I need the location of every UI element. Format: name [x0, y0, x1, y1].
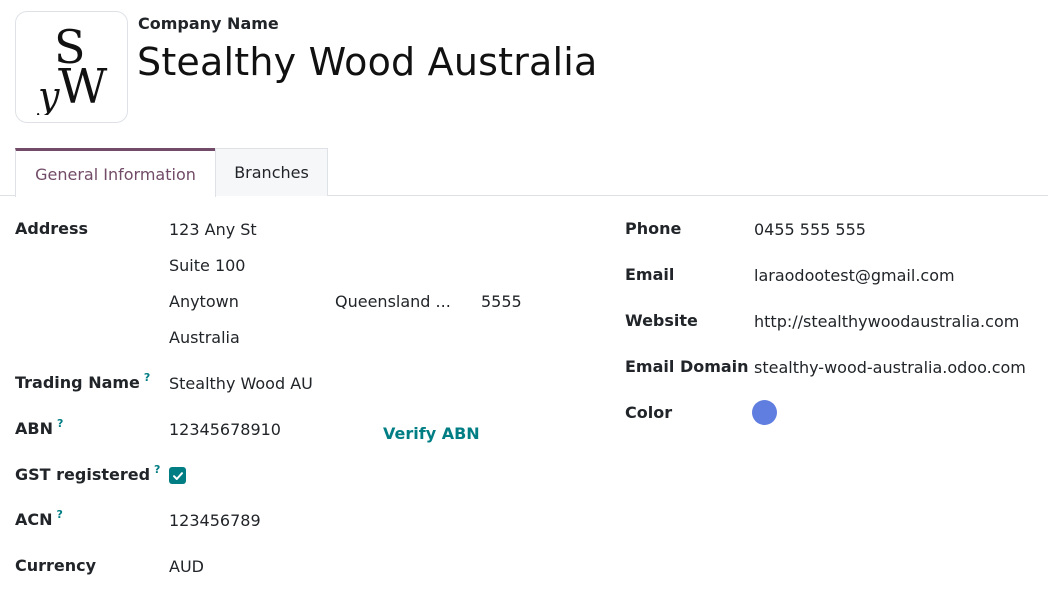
website-field[interactable]: http://stealthywoodaustralia.com	[754, 312, 1019, 331]
acn-label: ACN?	[15, 508, 63, 529]
help-tooltip-icon[interactable]: ?	[57, 417, 63, 430]
gst-registered-checkbox[interactable]	[169, 467, 186, 484]
company-name-field[interactable]: Stealthy Wood Australia	[137, 40, 598, 84]
website-label: Website	[625, 311, 698, 330]
svg-text:W: W	[58, 59, 108, 115]
checkmark-icon	[172, 471, 183, 480]
currency-field[interactable]: AUD	[169, 557, 204, 576]
tab-branches[interactable]: Branches	[215, 148, 328, 196]
company-name-label: Company Name	[138, 14, 279, 33]
help-tooltip-icon[interactable]: ?	[154, 463, 160, 476]
address-country-field[interactable]: Australia	[169, 328, 240, 347]
sw-monogram-logo-icon: S y W	[36, 20, 108, 115]
currency-label: Currency	[15, 556, 97, 575]
email-domain-field[interactable]: stealthy-wood-australia.odoo.com	[754, 358, 1026, 377]
phone-field[interactable]: 0455 555 555	[754, 220, 866, 239]
form-tabs: General Information Branches	[0, 148, 1048, 197]
acn-field[interactable]: 123456789	[169, 511, 261, 530]
help-tooltip-icon[interactable]: ?	[57, 508, 63, 521]
color-picker-swatch[interactable]	[752, 400, 777, 425]
gst-registered-label-text: GST registered	[15, 465, 151, 484]
address-street2-field[interactable]: Suite 100	[169, 256, 245, 275]
abn-label: ABN?	[15, 417, 63, 438]
address-city-field[interactable]: Anytown	[169, 292, 239, 311]
tab-general-information[interactable]: General Information	[15, 148, 216, 197]
trading-name-label-text: Trading Name	[15, 373, 140, 392]
email-domain-label: Email Domain	[625, 357, 749, 376]
verify-abn-button[interactable]: Verify ABN	[383, 424, 480, 443]
phone-label: Phone	[625, 219, 682, 238]
gst-registered-label: GST registered?	[15, 463, 160, 484]
help-tooltip-icon[interactable]: ?	[144, 371, 150, 384]
trading-name-label: Trading Name?	[15, 371, 150, 392]
email-label: Email	[625, 265, 675, 284]
abn-label-text: ABN	[15, 419, 53, 438]
svg-text:y: y	[36, 74, 60, 115]
acn-label-text: ACN	[15, 510, 53, 529]
color-label: Color	[625, 403, 673, 422]
address-zip-field[interactable]: 5555	[481, 292, 522, 311]
abn-field[interactable]: 12345678910	[169, 420, 281, 439]
trading-name-field[interactable]: Stealthy Wood AU	[169, 374, 313, 393]
address-state-field[interactable]: Queensland ...	[335, 292, 451, 311]
address-label: Address	[15, 219, 89, 238]
company-logo[interactable]: S y W	[15, 11, 128, 123]
email-field[interactable]: laraodootest@gmail.com	[754, 266, 955, 285]
address-street-field[interactable]: 123 Any St	[169, 220, 257, 239]
